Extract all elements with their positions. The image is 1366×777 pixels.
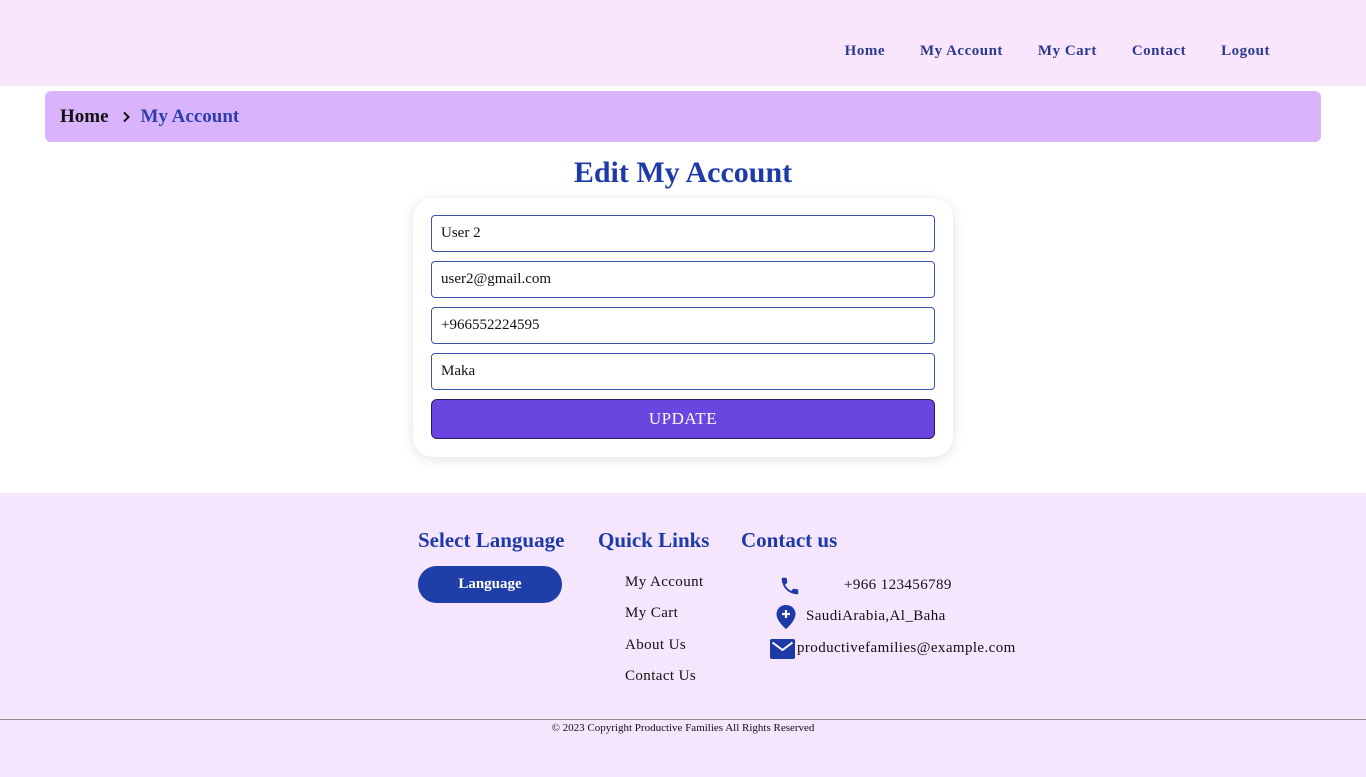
- quick-links-heading: Quick Links: [598, 528, 710, 552]
- location-pin-icon: [775, 604, 797, 635]
- nav-contact-link[interactable]: Contact: [1132, 43, 1186, 60]
- main-nav: Home My Account My Cart Contact Logout: [810, 43, 1270, 60]
- nav-my-cart-link[interactable]: My Cart: [1038, 43, 1097, 60]
- update-button[interactable]: UPDATE: [431, 399, 935, 439]
- language-button[interactable]: Language: [418, 566, 562, 603]
- contact-email: productivefamilies@example.com: [797, 640, 1016, 656]
- quick-link-about-us[interactable]: About Us: [625, 637, 686, 654]
- envelope-icon: [770, 639, 795, 664]
- top-header: Home My Account My Cart Contact Logout: [0, 0, 1366, 86]
- nav-logout-link[interactable]: Logout: [1221, 43, 1270, 60]
- quick-link-my-cart[interactable]: My Cart: [625, 605, 678, 622]
- chevron-right-icon: [121, 111, 131, 123]
- footer-divider: [0, 719, 1366, 720]
- contact-address: SaudiArabia,Al_Baha: [806, 608, 946, 624]
- breadcrumb: Home My Account: [45, 91, 1321, 142]
- copyright-text: © 2023 Copyright Productive Families All…: [551, 722, 815, 734]
- breadcrumb-home-link[interactable]: Home: [60, 106, 109, 128]
- name-input[interactable]: [431, 215, 935, 252]
- quick-link-my-account[interactable]: My Account: [625, 574, 704, 591]
- email-input[interactable]: [431, 261, 935, 298]
- city-input[interactable]: [431, 353, 935, 390]
- phone-input[interactable]: [431, 307, 935, 344]
- select-language-heading: Select Language: [418, 528, 565, 552]
- nav-my-account-link[interactable]: My Account: [920, 43, 1003, 60]
- footer: Select Language Language Quick Links My …: [0, 493, 1366, 777]
- contact-us-heading: Contact us: [741, 528, 838, 552]
- nav-home-link[interactable]: Home: [845, 43, 885, 60]
- page-title: Edit My Account: [573, 156, 793, 189]
- quick-link-contact-us[interactable]: Contact Us: [625, 668, 696, 685]
- phone-icon: [779, 575, 801, 602]
- contact-phone: +966 123456789: [844, 577, 952, 593]
- breadcrumb-current: My Account: [140, 105, 240, 127]
- edit-account-form: UPDATE: [413, 198, 953, 457]
- page: Home My Account My Cart Contact Logout H…: [0, 0, 1366, 777]
